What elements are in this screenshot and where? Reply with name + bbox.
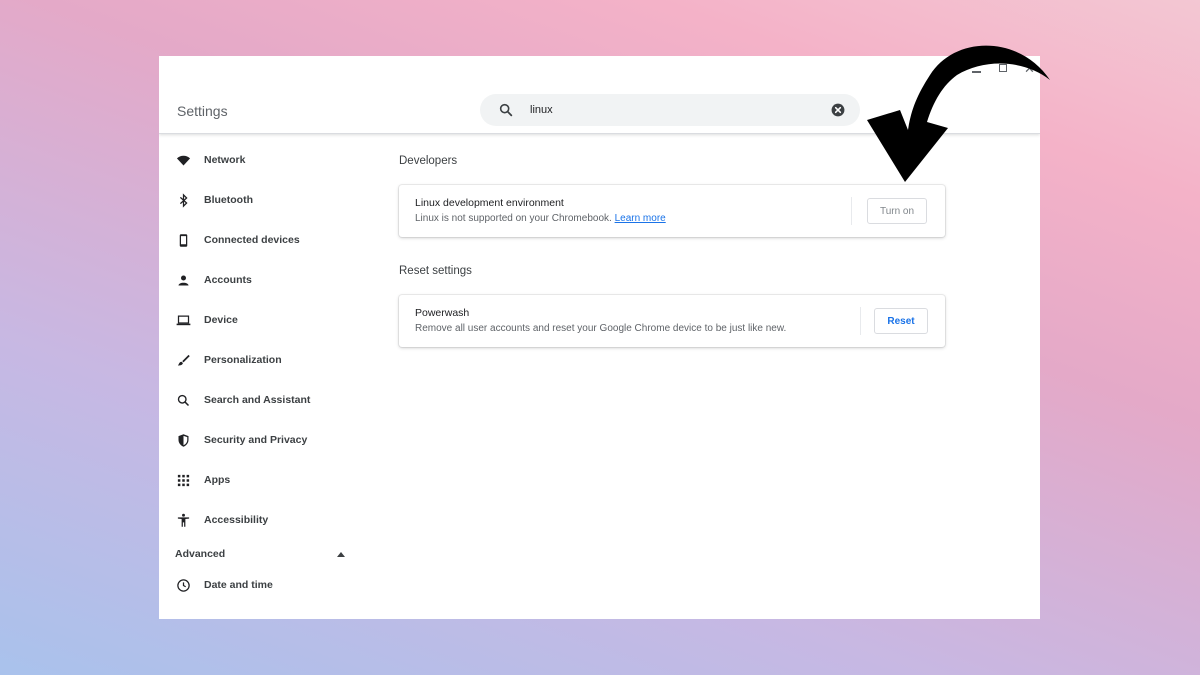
- sidebar: Network Bluetooth Connected devices Acco…: [159, 140, 359, 602]
- clock-icon: [177, 578, 190, 592]
- learn-more-link[interactable]: Learn more: [615, 213, 666, 224]
- search-icon: [499, 103, 513, 117]
- card-divider: [860, 307, 861, 335]
- card-description: Remove all user accounts and reset your …: [415, 323, 787, 334]
- card-title: Linux development environment: [415, 197, 564, 209]
- accessibility-icon: [177, 513, 190, 527]
- sidebar-item-security-and-privacy[interactable]: Security and Privacy: [159, 420, 359, 460]
- sidebar-item-device[interactable]: Device: [159, 300, 359, 340]
- sidebar-item-label: Accessibility: [204, 514, 269, 526]
- powerwash-card: Powerwash Remove all user accounts and r…: [399, 295, 945, 347]
- card-title: Powerwash: [415, 307, 470, 319]
- clear-icon[interactable]: [831, 103, 845, 117]
- card-divider: [851, 197, 852, 225]
- sidebar-advanced-toggle[interactable]: Advanced: [159, 540, 359, 568]
- sidebar-item-label: Connected devices: [204, 234, 300, 246]
- sidebar-item-accessibility[interactable]: Accessibility: [159, 500, 359, 540]
- brush-icon: [177, 354, 190, 365]
- advanced-label: Advanced: [175, 548, 226, 560]
- sidebar-item-label: Date and time: [204, 579, 273, 591]
- laptop-icon: [176, 315, 191, 325]
- sidebar-item-apps[interactable]: Apps: [159, 460, 359, 500]
- caret-up-icon: [337, 551, 345, 557]
- sidebar-item-network[interactable]: Network: [159, 140, 359, 180]
- sidebar-item-label: Search and Assistant: [204, 394, 311, 406]
- sidebar-item-personalization[interactable]: Personalization: [159, 340, 359, 380]
- search-input[interactable]: [530, 100, 820, 120]
- sidebar-item-label: Personalization: [204, 354, 282, 366]
- sidebar-item-label: Device: [204, 314, 238, 326]
- card-description-text: Linux is not supported on your Chromeboo…: [415, 213, 612, 224]
- person-icon: [178, 275, 189, 285]
- sidebar-item-label: Security and Privacy: [204, 434, 308, 446]
- phone-icon: [179, 233, 188, 247]
- bluetooth-icon: [179, 192, 188, 208]
- turn-on-button[interactable]: Turn on: [867, 198, 927, 224]
- sidebar-item-search-and-assistant[interactable]: Search and Assistant: [159, 380, 359, 420]
- pointer-arrow-icon: [867, 45, 1050, 182]
- sidebar-item-label: Bluetooth: [204, 194, 253, 206]
- card-description: Linux is not supported on your Chromeboo…: [415, 213, 666, 224]
- search-box[interactable]: [480, 94, 860, 126]
- sidebar-item-connected-devices[interactable]: Connected devices: [159, 220, 359, 260]
- reset-button[interactable]: Reset: [874, 308, 928, 334]
- sidebar-item-accounts[interactable]: Accounts: [159, 260, 359, 300]
- sidebar-item-label: Accounts: [204, 274, 252, 286]
- search-icon: [177, 394, 190, 406]
- section-title-reset: Reset settings: [399, 265, 472, 277]
- wifi-icon: [176, 155, 191, 165]
- apps-grid-icon: [177, 474, 190, 486]
- sidebar-item-label: Apps: [204, 474, 231, 486]
- shield-icon: [178, 433, 189, 447]
- sidebar-item-bluetooth[interactable]: Bluetooth: [159, 180, 359, 220]
- sidebar-item-label: Network: [204, 154, 246, 166]
- linux-dev-card: Linux development environment Linux is n…: [399, 185, 945, 237]
- page-title: Settings: [177, 103, 228, 119]
- sidebar-item-date-and-time[interactable]: Date and time: [159, 568, 359, 602]
